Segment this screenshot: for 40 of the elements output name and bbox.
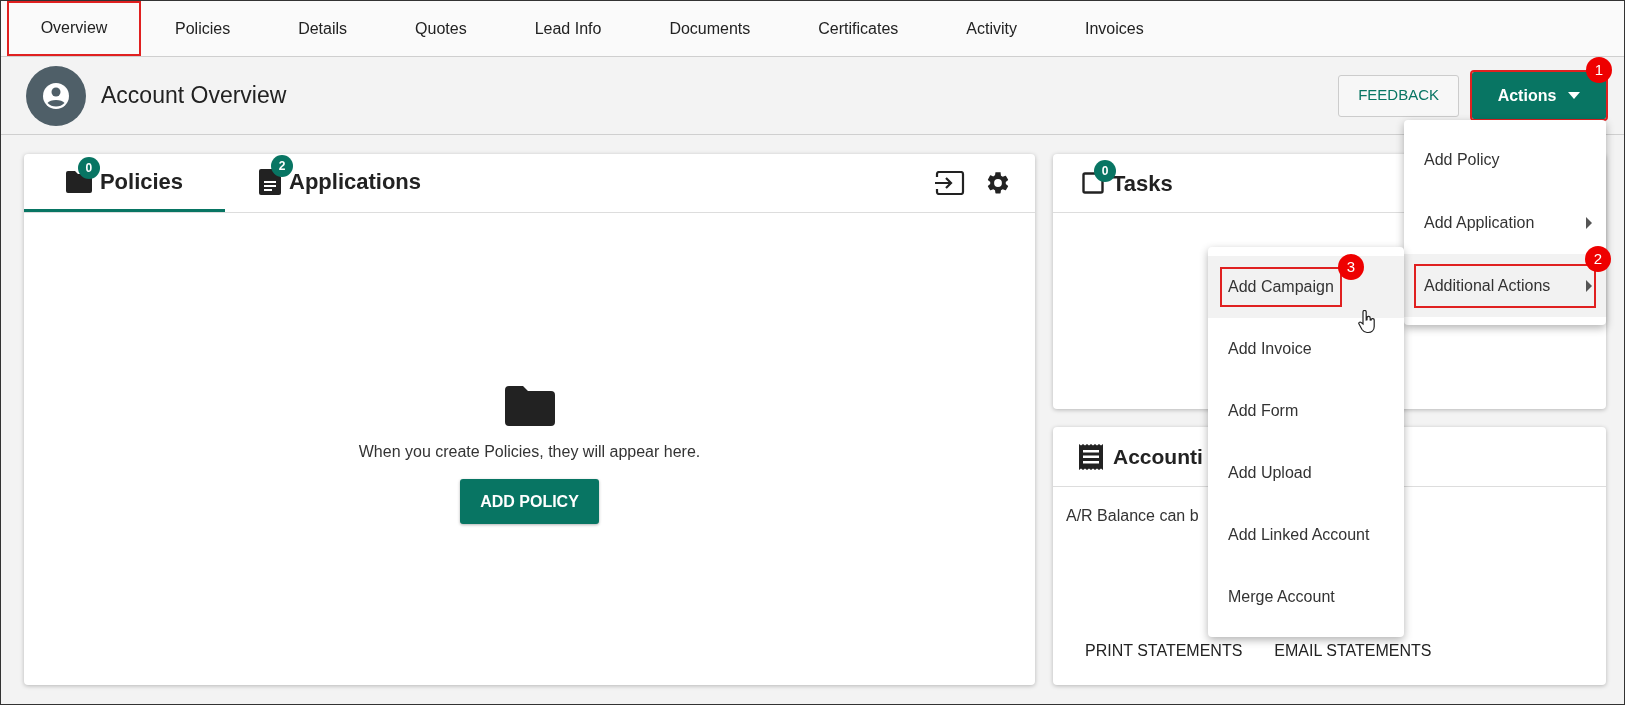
checkbox-icon <box>1082 172 1104 194</box>
callout-badge: 1 <box>1586 57 1612 83</box>
card-title: Accounti <box>1113 443 1203 470</box>
empty-state-message: When you create Policies, they will appear here. <box>358 442 701 462</box>
folder-icon <box>504 386 555 426</box>
hand-cursor-icon <box>1358 310 1376 334</box>
caret-icon <box>1568 92 1581 99</box>
nav-tab[interactable]: Lead Info <box>500 1 636 56</box>
feedback-button[interactable]: FEEDBACK <box>1338 74 1459 117</box>
nav-tab[interactable]: Documents <box>635 1 785 56</box>
menu-item[interactable]: Add Linked Account <box>1208 504 1404 566</box>
statement-button[interactable]: PRINT STATEMENTS <box>1073 633 1255 669</box>
exit-to-app-icon[interactable] <box>935 171 965 195</box>
nav-tab[interactable]: Quotes <box>381 1 501 56</box>
nav-tab[interactable]: Policies <box>141 1 265 56</box>
nav-tab[interactable]: Overview <box>7 1 141 56</box>
callout-badge: 2 <box>1585 246 1611 272</box>
nav-tab[interactable]: Activity <box>932 1 1051 56</box>
callout-badge: 3 <box>1338 254 1364 280</box>
card-tab[interactable]: 0 Policies <box>24 154 225 212</box>
count-badge: 2 <box>271 154 293 177</box>
account-avatar-icon <box>26 65 86 126</box>
nav-tab[interactable]: Certificates <box>784 1 933 56</box>
card-tab[interactable]: 2 Applications <box>225 154 431 212</box>
page-title: Account Overview <box>101 81 287 111</box>
nav-tab[interactable]: Invoices <box>1051 1 1178 56</box>
menu-item[interactable]: Add Invoice <box>1208 318 1404 380</box>
nav-tab[interactable]: Details <box>264 1 382 56</box>
menu-item[interactable]: Add Campaign 3 <box>1208 256 1404 318</box>
add-policy-button[interactable]: ADD POLICY <box>460 479 599 524</box>
balance-note: A/R Balance can b <box>1066 506 1200 526</box>
menu-item[interactable]: Add Upload <box>1208 442 1404 504</box>
document-icon <box>259 168 281 195</box>
statement-button[interactable]: EMAIL STATEMENTS <box>1262 633 1444 669</box>
settings-icon[interactable] <box>985 170 1011 196</box>
count-badge: 0 <box>77 156 100 179</box>
receipt-icon <box>1079 443 1103 470</box>
menu-item[interactable]: Merge Account <box>1208 566 1404 628</box>
menu-item[interactable]: Add Policy <box>1404 128 1606 191</box>
menu-item[interactable]: Add Form <box>1208 380 1404 442</box>
